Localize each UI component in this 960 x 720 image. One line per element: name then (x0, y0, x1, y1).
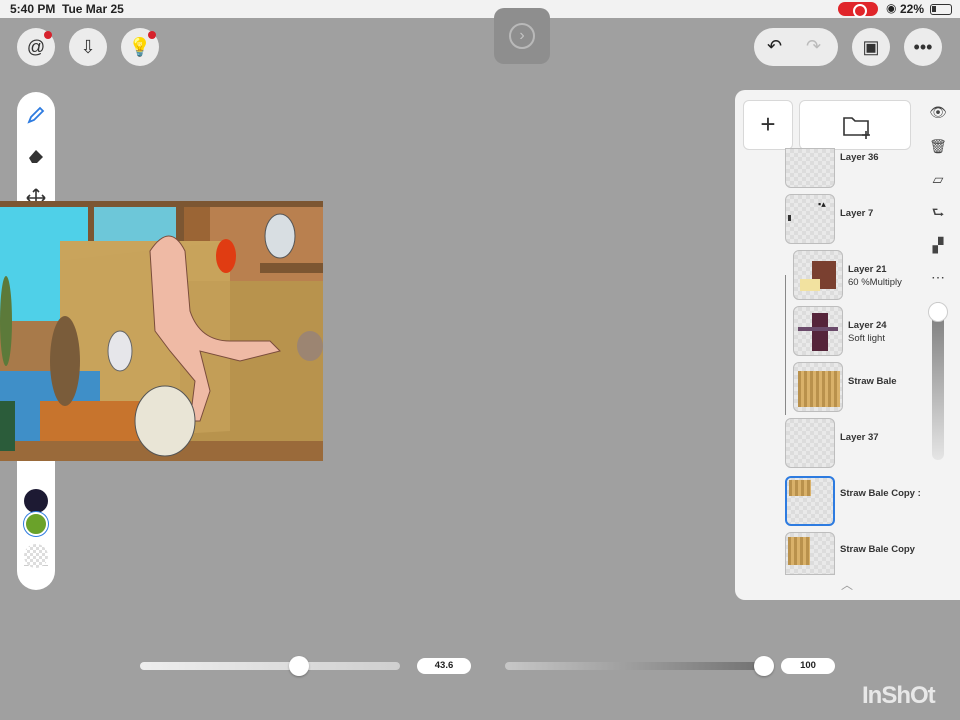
layer-name[interactable]: Layer 21 (848, 264, 887, 275)
layer-thumbnail[interactable] (793, 362, 843, 412)
screen-record-icon (838, 2, 878, 18)
import-button[interactable]: ⇩ (69, 28, 107, 66)
layer-blend-mode: 60 %Multiply (848, 277, 902, 288)
lightbulb-icon: 💡 (128, 36, 152, 57)
layer-thumbnail[interactable]: ▪▴ (785, 194, 835, 244)
layer-thumbnail[interactable] (793, 306, 843, 356)
add-group-button[interactable] (799, 100, 911, 150)
layer-name[interactable]: Layer 7 (840, 208, 873, 219)
toggle-ui-button[interactable]: › (494, 8, 550, 64)
layer-thumbnail[interactable] (785, 532, 835, 575)
alpha-lock-icon[interactable]: ▞ (927, 234, 949, 256)
layer-name[interactable]: Layer 24 (848, 320, 887, 331)
tips-button[interactable]: 💡 (121, 28, 159, 66)
gallery-button[interactable]: @ (17, 28, 55, 66)
plus-icon: + (760, 109, 776, 139)
trash-icon[interactable]: 🗑 (927, 135, 949, 157)
status-time: 5:40 PM (10, 2, 56, 16)
layers-panel: + Layer 36 ▪▴ Layer 7 Layer 21 60 %Multi… (735, 90, 960, 600)
canvas-artwork[interactable] (0, 201, 323, 461)
image-icon: ▣ (862, 36, 880, 57)
opacity-slider[interactable] (505, 662, 771, 670)
layer-opacity-slider[interactable] (932, 302, 944, 460)
spiral-logo-icon: @ (26, 36, 46, 57)
reference-image-button[interactable]: ▣ (852, 28, 890, 66)
tray-download-icon: ⇩ (80, 36, 96, 57)
transparent-color-swatch[interactable] (24, 544, 48, 568)
battery-icon (930, 4, 952, 15)
location-icon: ◉ (886, 1, 897, 15)
layer-opacity-knob[interactable] (928, 302, 948, 322)
layer-name[interactable]: Straw Bale Copy (840, 544, 915, 555)
layer-thumbnail[interactable] (785, 418, 835, 468)
add-layer-button[interactable]: + (743, 100, 793, 150)
primary-color-swatch[interactable] (24, 489, 48, 513)
redo-icon[interactable]: ↷ (806, 36, 821, 57)
chevron-up-icon[interactable]: ︿ (841, 576, 853, 593)
more-layer-options-icon[interactable]: ⋯ (927, 266, 949, 288)
opacity-value: 100 (781, 658, 835, 674)
battery-percent: 22% (900, 2, 925, 16)
brush-size-slider[interactable] (140, 662, 400, 670)
brush-size-knob[interactable] (289, 656, 309, 676)
chevron-right-icon: › (509, 23, 535, 49)
opacity-knob[interactable] (754, 656, 774, 676)
more-options-button[interactable]: ••• (904, 28, 942, 66)
layer-stack-icon[interactable]: ▱ (927, 168, 949, 190)
status-bar: 5:40 PM Tue Mar 25 ◉ 22% (0, 0, 960, 18)
brush-size-value: 43.6 (417, 658, 471, 674)
brush-icon (27, 106, 45, 124)
inshot-watermark: InShOt (862, 682, 936, 709)
brush-tool[interactable] (23, 102, 49, 128)
layer-name[interactable]: Straw Bale (848, 376, 897, 387)
group-bracket (785, 275, 786, 415)
status-date: Tue Mar 25 (62, 2, 124, 16)
notification-dot (148, 31, 156, 39)
layer-name[interactable]: Layer 36 (840, 152, 879, 163)
layer-name[interactable]: Layer 37 (840, 432, 879, 443)
layer-thumbnail[interactable] (785, 148, 835, 188)
eraser-icon (29, 150, 43, 163)
layer-thumbnail[interactable] (793, 250, 843, 300)
barn-scene-illustration (0, 201, 323, 461)
folder-plus-icon (843, 117, 870, 139)
layer-thumbnail-selected[interactable] (785, 476, 835, 526)
clipping-mask-icon[interactable]: ⮑ (927, 201, 949, 223)
visibility-eye-icon[interactable]: 👁 (927, 101, 949, 123)
undo-redo-group: ↶ ↷ (754, 28, 838, 66)
undo-icon[interactable]: ↶ (767, 36, 782, 57)
notification-dot (44, 31, 52, 39)
ellipsis-icon: ••• (913, 36, 933, 57)
eraser-tool[interactable] (23, 143, 49, 169)
layer-name[interactable]: Straw Bale Copy : (840, 488, 921, 499)
layer-blend-mode: Soft light (848, 333, 885, 344)
secondary-color-swatch[interactable] (24, 512, 48, 536)
